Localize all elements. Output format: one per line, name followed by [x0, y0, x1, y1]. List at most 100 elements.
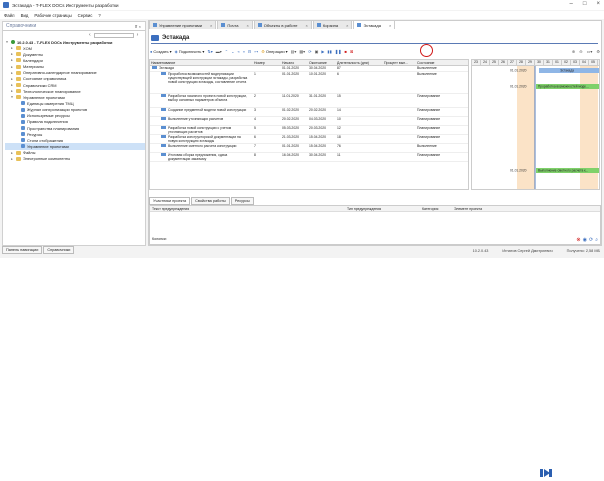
nav-field[interactable] — [93, 32, 134, 38]
column-header[interactable]: Номер — [253, 61, 281, 65]
warning-column-header[interactable]: Текст предупреждения — [150, 207, 345, 211]
cell-start: 01.01.2020 — [281, 144, 308, 148]
table-row[interactable]: Итоговая сборка предложения, сдача докум… — [150, 153, 468, 162]
tree-item[interactable]: ▸ Электронные компоненты — [5, 156, 145, 162]
cell-value: 3 — [254, 108, 256, 112]
stop-icon[interactable]: ■ — [345, 49, 347, 54]
link-icon[interactable]: ⊶ — [254, 49, 258, 54]
close-tab-icon[interactable]: × — [389, 23, 391, 28]
cell-value: Выполнение — [417, 66, 437, 70]
menu-pages[interactable]: Рабочие страницы — [34, 13, 71, 18]
export-icon[interactable]: ⊠ — [350, 49, 353, 54]
expand-right-icon[interactable]: ▸ — [10, 151, 14, 155]
close-tab-icon[interactable]: × — [246, 23, 248, 28]
refresh-icon[interactable]: ⟳ — [308, 49, 311, 54]
doc-tab[interactable]: Корзина × — [312, 20, 353, 29]
search-icon[interactable]: ⌕ — [595, 237, 598, 243]
expand-right-icon[interactable]: ▸ — [10, 83, 14, 87]
zoom-out-icon[interactable]: ⊖ — [579, 49, 582, 54]
pause-circle-icon[interactable]: ◉ — [583, 237, 587, 243]
pin-icon[interactable]: ⊼ × — [135, 24, 141, 29]
expand-right-icon[interactable]: ▸ — [10, 157, 14, 161]
warning-column-header[interactable]: Элемент проекта — [452, 207, 512, 211]
highlighted-pause-icon[interactable]: ❚❚ — [335, 49, 342, 54]
split-icon[interactable]: ▮▮ — [327, 49, 331, 54]
menu-view[interactable]: Вид — [21, 13, 29, 18]
menu-file[interactable]: Файл — [4, 13, 15, 18]
up-icon[interactable]: ⌃ — [225, 49, 228, 54]
close-button[interactable]: × — [596, 1, 600, 7]
bottom-tab[interactable]: Ресурсы — [230, 197, 254, 205]
print-icon[interactable]: ▣ — [315, 49, 319, 54]
table-row[interactable]: Выполнение сметного расчета конструкции 7… — [150, 144, 468, 153]
column-header[interactable]: Состояние — [416, 61, 466, 65]
cell-value: 01.01.2020 — [282, 72, 299, 76]
forward-icon[interactable]: › — [137, 32, 139, 38]
cell-dur: 18 — [336, 135, 383, 139]
column-header[interactable]: Наименование — [150, 61, 253, 65]
table-row[interactable]: Разработка новой конструкции с учетом ут… — [150, 126, 468, 135]
column-header[interactable]: Длительность (дни) — [336, 61, 383, 65]
cell-value: 10.01.2020 — [309, 72, 326, 76]
move-icon[interactable]: ⇅▾ — [207, 49, 212, 54]
settings-icon[interactable]: ⚙ — [596, 49, 600, 54]
create-button[interactable]: ● Создать ▾ — [150, 49, 172, 54]
table-row[interactable]: Выполнение уточняющих расчетов 4 20.02.202… — [150, 117, 468, 126]
expand-down-icon[interactable]: ▾ — [10, 95, 14, 99]
expand-right-icon[interactable]: ▸ — [10, 65, 14, 69]
outdent-icon[interactable]: ▬▾ — [216, 49, 222, 54]
column-header[interactable]: Начало — [281, 61, 308, 65]
table-row[interactable]: Создание предметной модели новой констру… — [150, 108, 468, 117]
tree-item-label: Управление проектами — [23, 94, 65, 100]
filter-icon[interactable]: ▦▾ — [299, 49, 305, 54]
gantt-bar-label: Проработка возможностей моде... — [538, 85, 589, 89]
close-tab-icon[interactable]: × — [210, 23, 212, 28]
tree-item-label: Электронные компоненты — [23, 156, 71, 162]
play-icon[interactable]: ▶ — [321, 49, 324, 54]
collapse-icon[interactable]: ⊟ — [248, 49, 251, 54]
right-icon[interactable]: » — [243, 49, 245, 54]
doc-tab[interactable]: Объекты в работе × — [253, 20, 312, 29]
scale-icon[interactable]: ▭▾ — [587, 49, 593, 54]
cell-end: 10.01.2020 — [308, 72, 336, 76]
menu-service[interactable]: Сервис — [78, 13, 93, 18]
doc-tab[interactable]: Управление проектами × — [149, 20, 217, 29]
operations-button[interactable]: ⚙ Операции ▾ — [261, 49, 287, 54]
bottom-tab[interactable]: Участники проекта — [149, 197, 191, 205]
column-header[interactable]: Окончание — [308, 61, 336, 65]
maximize-button[interactable]: □ — [583, 1, 587, 7]
doc-tab[interactable]: Почта × — [217, 20, 253, 29]
back-icon[interactable]: ‹ — [89, 32, 91, 38]
left-icon[interactable]: « — [237, 49, 239, 54]
app-icon — [3, 2, 9, 8]
refresh-circle-icon[interactable]: ⟳ — [589, 237, 593, 243]
doc-tab-label: Объекты в работе — [263, 22, 298, 28]
view-icon[interactable]: ▤▾ — [291, 49, 297, 54]
tab-icon — [153, 23, 157, 27]
table-row[interactable]: Разработка эскизного проекта новой конст… — [150, 94, 468, 108]
close-tab-icon[interactable]: × — [306, 23, 308, 28]
expand-down-icon[interactable]: ▾ — [5, 40, 9, 44]
doc-tab[interactable]: Эстакада × — [353, 20, 396, 29]
expand-right-icon[interactable]: ▸ — [10, 71, 14, 75]
gantt-toolbar: ⊕ ⊖ ▭▾ ⚙ — [470, 46, 600, 56]
menu-help[interactable]: ? — [98, 13, 100, 18]
expand-right-icon[interactable]: ▸ — [10, 52, 14, 56]
expand-right-icon[interactable]: ▸ — [10, 58, 14, 62]
close-tab-icon[interactable]: × — [346, 23, 348, 28]
bottom-tab[interactable]: Свойства работы — [191, 197, 230, 205]
warning-column-header[interactable]: Тип предупреждения — [345, 207, 420, 211]
table-row[interactable]: Проработка возможностей модернизации сущ… — [150, 72, 468, 94]
expand-right-icon[interactable]: ▸ — [10, 46, 14, 50]
expand-right-icon[interactable]: ▸ — [10, 89, 14, 93]
table-row[interactable]: Разработка конструкторской документации … — [150, 135, 468, 144]
expand-right-icon[interactable]: ▸ — [10, 77, 14, 81]
status-memory: Получено: 2,58 МБ — [566, 249, 600, 253]
stop-circle-icon[interactable]: ⊗ — [576, 237, 580, 243]
zoom-in-icon[interactable]: ⊕ — [572, 49, 575, 54]
column-header[interactable]: Процент вып... — [383, 61, 416, 65]
down-icon[interactable]: ⌄ — [231, 49, 234, 54]
warning-column-header[interactable]: Категория — [420, 207, 452, 211]
minimize-button[interactable]: – — [570, 1, 573, 7]
connect-button[interactable]: ◈ Подключить ▾ — [175, 49, 205, 54]
